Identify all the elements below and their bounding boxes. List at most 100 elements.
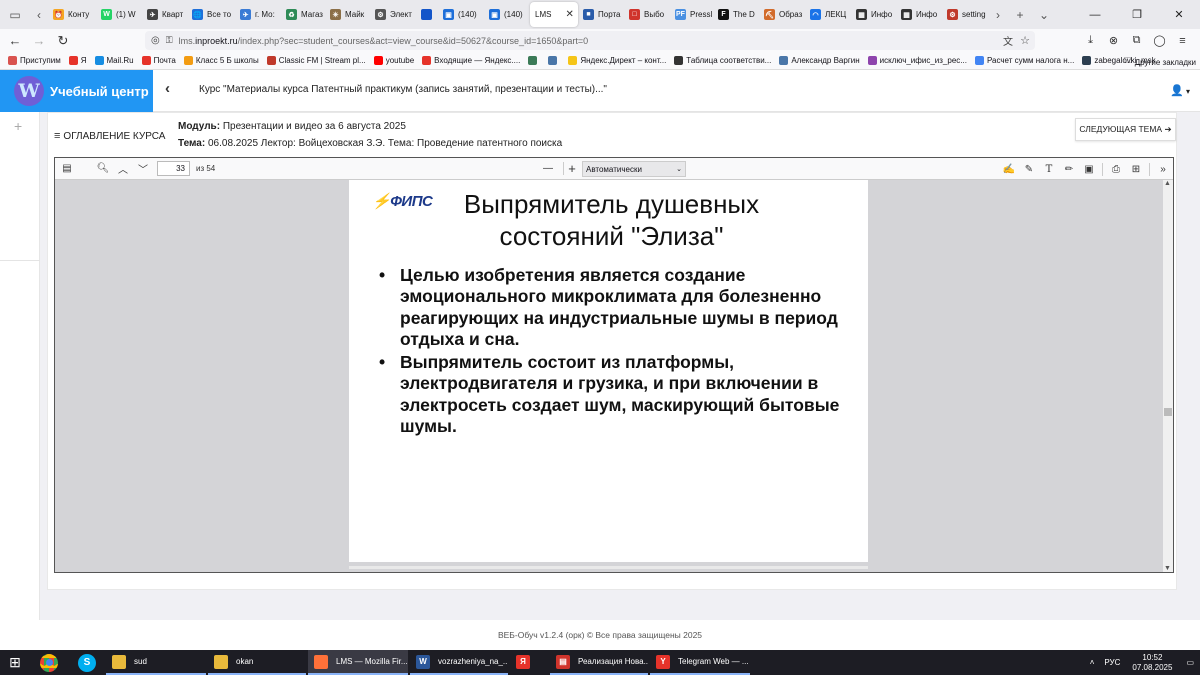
browser-tab[interactable]: ✈ Кварт [142,2,187,27]
other-bookmarks[interactable]: 🗀 Другие закладки [1124,55,1196,69]
reload-icon[interactable]: ↻ [51,29,75,52]
next-page-icon[interactable]: ﹀ [133,158,153,180]
bookmark-item[interactable] [544,56,564,65]
downloads-icon[interactable]: ⤓ [1079,34,1102,47]
toc-button[interactable]: ≡ ОГЛАВЛЕНИЕ КУРСА [54,130,165,142]
bookmark-item[interactable]: Почта [138,56,180,65]
taskbar-app[interactable]: LMS — Mozilla Fir... [308,650,408,675]
scroll-down-icon[interactable]: ▼ [1164,565,1171,572]
browser-tab[interactable]: ♻ Магаз [281,2,325,27]
print-icon[interactable]: ⎙ [1106,158,1126,180]
browser-tab[interactable]: ⏰ Конту [48,2,96,27]
restore-icon[interactable]: ❐ [1116,0,1158,29]
tab-scroll-right-icon[interactable]: › [988,0,1008,29]
close-tab-icon[interactable]: ✕ [565,9,573,20]
bookmark-item[interactable]: Приступим [4,56,65,65]
bookmark-star-icon[interactable]: ☆ [1020,34,1030,47]
browser-tab[interactable]: ▣ (140) [438,2,484,27]
account-icon[interactable]: ◯ [1148,34,1171,47]
tracking-shield-icon[interactable]: ◎ [151,35,160,46]
draw-icon[interactable]: ✏ [1059,158,1079,180]
tab-lms[interactable]: LMS ✕ [530,2,578,27]
highlight-icon[interactable]: ✎ [1019,158,1039,180]
skype-icon[interactable]: S [68,650,106,675]
taskbar-app[interactable]: Y Telegram Web — ... [650,650,750,675]
image-icon[interactable]: ▣ [1079,158,1099,180]
scroll-up-icon[interactable]: ▲ [1164,180,1171,187]
clock[interactable]: 10:52 07.08.2025 [1132,653,1172,673]
windows-start-icon[interactable]: ⊞ [0,650,30,675]
browser-tab[interactable]: ■ Порта [578,2,624,27]
forward-icon[interactable]: → [27,29,51,52]
browser-tab[interactable]: □ Выбо [624,2,670,27]
back-icon[interactable]: ← [3,29,27,52]
bookmark-item[interactable]: Classic FM | Stream pl... [263,56,370,65]
extensions-icon[interactable]: ⧉ [1125,34,1148,47]
new-tab-icon[interactable]: + [1008,0,1032,29]
bookmark-item[interactable]: youtube [370,56,418,65]
user-menu[interactable]: 👤 ▾ [1170,84,1190,97]
close-window-icon[interactable]: ✕ [1158,0,1200,29]
search-icon[interactable]: 🔍︎ [93,158,113,180]
browser-tab[interactable]: ⚙ setting [942,2,988,27]
previous-page-icon[interactable]: ︿ [113,158,133,180]
bookmark-item[interactable] [524,56,544,65]
taskbar-app[interactable]: sud [106,650,206,675]
zoom-out-icon[interactable]: — [538,158,558,180]
pdf-scrollbar[interactable]: ▲ ▼ [1163,180,1173,572]
bookmark-item[interactable]: Mail.Ru [91,56,138,65]
back-chevron-icon[interactable]: ‹ [165,80,170,97]
notifications-icon[interactable]: ▭ [1186,658,1194,667]
browser-tab[interactable]: ▦ Инфо [896,2,942,27]
browser-tab[interactable]: W (1) W [96,2,142,27]
bookmark-item[interactable]: Расчет сумм налога н... [971,56,1078,65]
taskbar-app[interactable]: okan [208,650,306,675]
minimize-icon[interactable]: — [1074,0,1116,29]
brand[interactable]: W Учебный центр [0,70,153,112]
browser-tab[interactable]: 🌐 Все то [187,2,235,27]
signature-icon[interactable]: ✍ [999,158,1019,180]
browser-tab[interactable]: ◠ ЛЕКЦ [805,2,851,27]
bookmark-item[interactable]: Таблица соответстви... [670,56,775,65]
scroll-thumb[interactable] [1164,408,1172,416]
extension-icon[interactable]: ⊗ [1102,34,1125,47]
browser-tab[interactable]: ✈ г. Мо: [235,2,281,27]
site-info-icon[interactable]: ⚿ [166,35,173,46]
browser-tab[interactable]: ▣ (140) [484,2,530,27]
taskbar-app[interactable]: Wvozrazheniya_na_... [410,650,508,675]
next-topic-button[interactable]: СЛЕДУЮЩАЯ ТЕМА ➔ [1075,118,1176,141]
text-tool-icon[interactable]: T [1039,158,1059,180]
more-tools-icon[interactable]: » [1153,158,1173,180]
language-indicator[interactable]: РУС [1104,658,1120,667]
page-number-input[interactable]: 33 [157,161,190,176]
zoom-in-icon[interactable]: + [562,158,582,180]
tray-expand-icon[interactable]: ˄ [1090,658,1095,667]
browser-tab[interactable]: ⚙ Элект [370,2,416,27]
sidebar-toggle-icon[interactable]: ▤ [57,158,77,180]
app-icon: ▤ [556,654,570,669]
menu-icon[interactable]: ≡ [1171,35,1194,47]
chrome-icon[interactable] [30,650,68,675]
bookmark-item[interactable]: исключ_ифис_из_рес... [864,56,971,65]
bookmark-item[interactable]: Входящие — Яндекс.... [418,56,524,65]
address-bar[interactable]: ◎ ⚿ lms. inproekt.ru/index.php?sec=studen… [145,31,1035,50]
tab-list-dropdown-icon[interactable]: ⌄ [1032,0,1056,29]
browser-tab[interactable]: F The D [713,2,759,27]
save-icon[interactable]: ⊞ [1126,158,1146,180]
browser-tab[interactable] [416,2,438,27]
taskbar-app[interactable]: ▤ Реализация Нова... [550,650,648,675]
bookmark-item[interactable]: Яндекс.Директ – конт... [564,56,670,65]
browser-tab[interactable]: ⛏ Образ [759,2,805,27]
taskbar-app[interactable]: Я [510,650,548,675]
expand-plus-icon[interactable]: + [14,118,22,134]
bookmark-item[interactable]: Александр Варгин [775,56,863,65]
browser-tab[interactable]: ✳ Майк [325,2,370,27]
translate-icon[interactable]: 文 [1003,33,1013,48]
tab-scroll-left-icon[interactable]: ‹ [30,0,48,29]
tab-overview-icon[interactable]: ▭ [0,0,30,29]
bookmark-item[interactable]: Класс 5 Б школы [180,56,263,65]
browser-tab[interactable]: PF Pressl [670,2,713,27]
zoom-select[interactable]: Автоматически ⌄ [582,161,686,177]
browser-tab[interactable]: ▦ Инфо [851,2,896,27]
bookmark-item[interactable]: Я [65,56,91,65]
